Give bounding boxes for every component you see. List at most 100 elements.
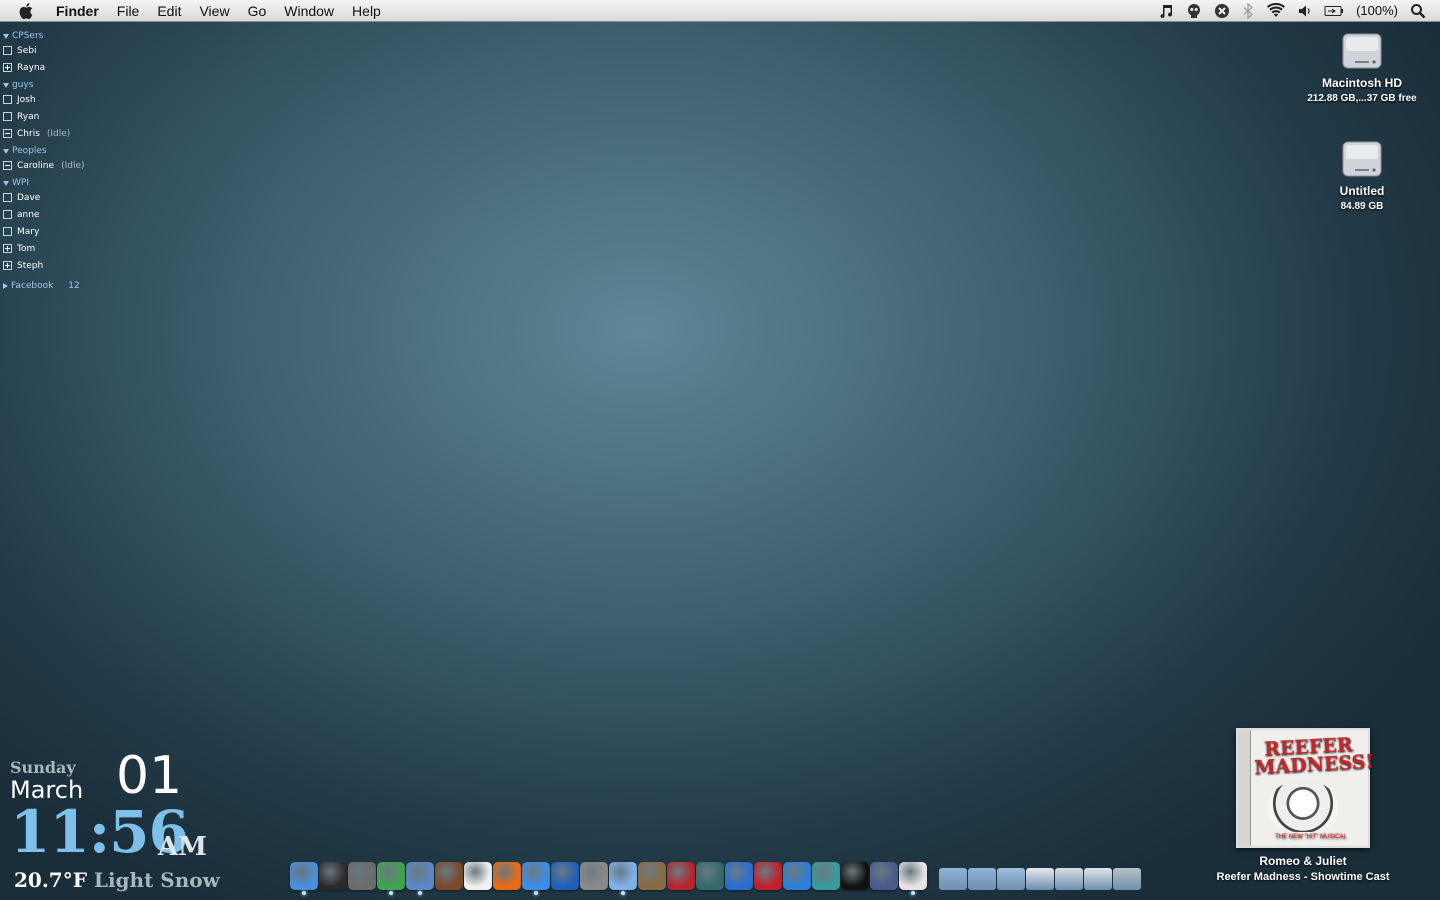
steam-icon[interactable] <box>841 862 869 890</box>
weather-readout: 20.7°F Light Snow <box>14 868 220 892</box>
status-minus-icon <box>3 161 12 170</box>
cd-case-spine <box>1238 730 1251 846</box>
menu-edit[interactable]: Edit <box>148 3 190 19</box>
group-header-guys[interactable]: guys <box>3 79 123 91</box>
clock-ampm: AM <box>158 832 207 862</box>
buddy-chris[interactable]: Chris (Idle) <box>3 125 123 142</box>
aperture-icon[interactable] <box>638 862 666 890</box>
mail-icon[interactable] <box>406 862 434 895</box>
album-art-subtitle: THE NEW "HIT" MUSICAL <box>1275 834 1347 840</box>
battery-icon[interactable] <box>1324 5 1344 17</box>
adium-icon[interactable] <box>377 862 405 895</box>
dock <box>290 860 1141 895</box>
wifi-icon[interactable] <box>1266 2 1286 19</box>
wiki-icon[interactable] <box>725 862 753 890</box>
apple-menu-icon[interactable] <box>18 2 36 20</box>
status-box-icon <box>3 112 12 121</box>
google-earth-icon[interactable] <box>551 862 579 890</box>
status-box-icon <box>3 227 12 236</box>
menu-go[interactable]: Go <box>239 3 276 19</box>
bluetooth-icon[interactable] <box>1242 2 1254 19</box>
album-art-title: REEFER MADNESS! <box>1253 733 1375 779</box>
menu-help[interactable]: Help <box>343 3 390 19</box>
spotlight-search-icon[interactable] <box>1410 3 1426 19</box>
volume-icon[interactable] <box>1298 4 1312 18</box>
ical-icon[interactable] <box>464 862 492 890</box>
group-header-wpi[interactable]: WPI <box>3 177 123 189</box>
buddy-sebi[interactable]: Sebi <box>3 42 123 59</box>
finder-icon[interactable] <box>290 862 318 895</box>
downloads-folder-icon[interactable] <box>997 868 1025 890</box>
buddy-ryan[interactable]: Ryan <box>3 108 123 125</box>
flashcard-icon[interactable] <box>667 862 695 890</box>
drive-name: Macintosh HD <box>1321 76 1402 90</box>
blitzmax-icon[interactable] <box>783 862 811 890</box>
idle-status: (Idle) <box>46 128 71 139</box>
file-stack-icon[interactable] <box>1084 868 1112 890</box>
buddy-dave[interactable]: Dave <box>3 189 123 206</box>
drive-macintosh-hd[interactable]: Macintosh HD 212.88 GB,...37 GB free <box>1292 30 1432 104</box>
menu-bar: Finder File Edit View Go Window Help (10… <box>0 0 1440 22</box>
status-plus-icon <box>3 244 12 253</box>
disclosure-triangle-icon <box>3 82 9 88</box>
status-plus-icon <box>3 63 12 72</box>
menu-app-finder[interactable]: Finder <box>48 3 108 19</box>
time-machine-icon[interactable] <box>696 862 724 890</box>
album-art-illustration <box>1268 780 1338 832</box>
buddy-list: CPSers Sebi Rayna guys Josh Ryan Chris (I… <box>3 27 123 292</box>
now-playing-song: Romeo & Juliet <box>1259 854 1347 868</box>
game-icon[interactable] <box>870 862 898 890</box>
menu-view[interactable]: View <box>190 3 238 19</box>
music-note-icon[interactable] <box>1158 3 1174 19</box>
weather-condition: Light Snow <box>93 868 220 892</box>
buddy-anne[interactable]: anne <box>3 206 123 223</box>
buddy-tom[interactable]: Tom <box>3 240 123 257</box>
menu-file[interactable]: File <box>108 3 149 19</box>
buddy-steph[interactable]: Steph <box>3 257 123 274</box>
album-art[interactable]: REEFER MADNESS! THE NEW "HIT" MUSICAL <box>1236 728 1375 848</box>
hard-drive-icon <box>1341 30 1383 72</box>
expose-icon[interactable] <box>348 862 376 890</box>
status-plus-icon <box>3 261 12 270</box>
now-playing-widget: REEFER MADNESS! THE NEW "HIT" MUSICAL Ro… <box>1210 728 1396 883</box>
cyberduck-icon[interactable] <box>812 862 840 890</box>
photo-booth-icon[interactable] <box>435 862 463 890</box>
drive-untitled[interactable]: Untitled 84.89 GB <box>1292 138 1432 212</box>
clock-day: Sunday <box>10 758 76 777</box>
close-circle-icon[interactable] <box>1214 3 1230 19</box>
buddy-josh[interactable]: Josh <box>3 91 123 108</box>
drive-info: 212.88 GB,...37 GB free <box>1307 93 1417 104</box>
disclosure-triangle-icon <box>3 180 9 186</box>
applications-folder-icon[interactable] <box>939 868 967 890</box>
hard-drive-icon <box>1341 138 1383 180</box>
skull-menu-icon[interactable] <box>1186 3 1202 19</box>
itunes-icon[interactable] <box>609 862 637 895</box>
status-minus-icon <box>3 129 12 138</box>
buddy-rayna[interactable]: Rayna <box>3 59 123 76</box>
status-box-icon <box>3 193 12 202</box>
buddy-caroline[interactable]: Caroline (Idle) <box>3 157 123 174</box>
safari-icon[interactable] <box>522 862 550 895</box>
now-playing-artist: Reefer Madness - Showtime Cast <box>1216 871 1390 883</box>
star-4-icon[interactable] <box>754 862 782 890</box>
group-header-facebook[interactable]: Facebook 12 <box>3 280 123 292</box>
trash-icon[interactable] <box>1113 868 1141 890</box>
preview-icon[interactable] <box>899 862 927 895</box>
drive-name: Untitled <box>1339 184 1385 198</box>
menu-window[interactable]: Window <box>275 3 343 19</box>
group-header-cpsers[interactable]: CPSers <box>3 30 123 42</box>
battery-percent: (100%) <box>1356 3 1398 18</box>
firefox-icon[interactable] <box>493 862 521 890</box>
disclosure-triangle-icon <box>3 283 8 289</box>
disclosure-triangle-icon <box>3 33 9 39</box>
dashboard-icon[interactable] <box>319 862 347 890</box>
disclosure-triangle-icon <box>3 148 9 154</box>
documents-folder-icon[interactable] <box>968 868 996 890</box>
document-stack-icon[interactable] <box>1026 868 1054 890</box>
screenshot-stack-icon[interactable] <box>1055 868 1083 890</box>
group-header-peoples[interactable]: Peoples <box>3 145 123 157</box>
iphoto-icon[interactable] <box>580 862 608 890</box>
buddy-mary[interactable]: Mary <box>3 223 123 240</box>
status-box-icon <box>3 210 12 219</box>
status-box-icon <box>3 46 12 55</box>
